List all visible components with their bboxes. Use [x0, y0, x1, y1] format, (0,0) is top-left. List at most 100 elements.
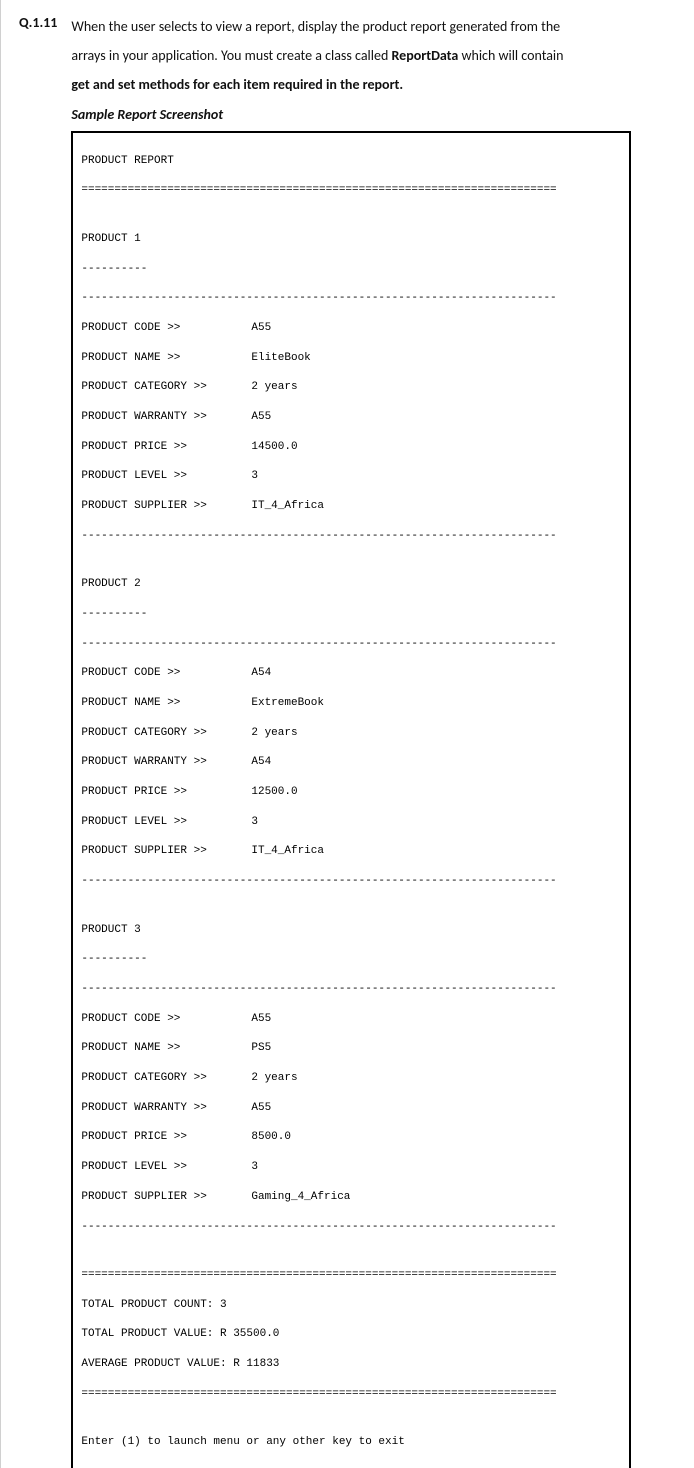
p3-warranty: PRODUCT WARRANTY >>A55 [81, 1101, 621, 1116]
product-heading-2: PRODUCT 2 [81, 577, 621, 592]
p1-category: PRODUCT CATEGORY >>2 years [81, 380, 621, 395]
value-p2-price: 12500.0 [251, 785, 297, 800]
label-code: PRODUCT CODE >> [81, 666, 251, 681]
total-count-label: TOTAL PRODUCT COUNT: [81, 1299, 220, 1311]
p3-level: PRODUCT LEVEL >>3 [81, 1160, 621, 1175]
value-p1-supplier: IT_4_Africa [251, 499, 324, 514]
rule-double: ========================================… [81, 183, 621, 198]
avg-value-value: 11833 [246, 1358, 279, 1370]
value-p2-code: A54 [251, 666, 271, 681]
p3-code: PRODUCT CODE >>A55 [81, 1012, 621, 1027]
value-p1-price: 14500.0 [251, 440, 297, 455]
report-content: PRODUCT REPORT =========================… [81, 139, 621, 1468]
label-supplier: PRODUCT SUPPLIER >> [81, 499, 251, 514]
value-p3-code: A55 [251, 1012, 271, 1027]
label-level: PRODUCT LEVEL >> [81, 1160, 251, 1175]
label-price: PRODUCT PRICE >> [81, 1130, 251, 1145]
value-p1-warranty: A55 [251, 410, 271, 425]
p3-supplier: PRODUCT SUPPLIER >>Gaming_4_Africa [81, 1190, 621, 1205]
value-p2-supplier: IT_4_Africa [251, 844, 324, 859]
report-frame: PRODUCT REPORT =========================… [71, 131, 631, 1468]
value-p2-category: 2 years [251, 726, 297, 741]
rule-short: ---------- [81, 607, 621, 622]
p3-category: PRODUCT CATEGORY >>2 years [81, 1071, 621, 1086]
product-heading-1: PRODUCT 1 [81, 232, 621, 247]
p1-level: PRODUCT LEVEL >>3 [81, 469, 621, 484]
total-count-value: 3 [220, 1299, 227, 1311]
exit-prompt: Enter (1) to launch menu or any other ke… [81, 1435, 621, 1450]
value-p3-level: 3 [251, 1160, 258, 1175]
label-name: PRODUCT NAME >> [81, 351, 251, 366]
value-p2-warranty: A54 [251, 755, 271, 770]
rule-short: ---------- [81, 262, 621, 277]
label-supplier: PRODUCT SUPPLIER >> [81, 1190, 251, 1205]
value-p3-name: PS5 [251, 1041, 271, 1056]
question-body: When the user selects to view a report, … [71, 14, 631, 1468]
question-line-3: get and set methods for each item requir… [71, 72, 631, 97]
value-p3-supplier: Gaming_4_Africa [251, 1190, 350, 1205]
rule-double: ========================================… [81, 1268, 621, 1283]
product-heading-3: PRODUCT 3 [81, 923, 621, 938]
label-warranty: PRODUCT WARRANTY >> [81, 755, 251, 770]
label-warranty: PRODUCT WARRANTY >> [81, 410, 251, 425]
class-name: ReportData [391, 47, 458, 64]
label-category: PRODUCT CATEGORY >> [81, 726, 251, 741]
p2-name: PRODUCT NAME >>ExtremeBook [81, 696, 621, 711]
total-count-row: TOTAL PRODUCT COUNT: 3 [81, 1298, 621, 1313]
total-value-value: 35500.0 [233, 1328, 279, 1340]
label-warranty: PRODUCT WARRANTY >> [81, 1101, 251, 1116]
p1-name: PRODUCT NAME >>EliteBook [81, 351, 621, 366]
document-page: Q.1.11 When the user selects to view a r… [0, 0, 694, 1468]
label-category: PRODUCT CATEGORY >> [81, 1071, 251, 1086]
p1-code: PRODUCT CODE >>A55 [81, 321, 621, 336]
label-code: PRODUCT CODE >> [81, 321, 251, 336]
avg-value-label: AVERAGE PRODUCT VALUE: R [81, 1358, 246, 1370]
sample-caption: Sample Report Screenshot [71, 102, 631, 127]
question-row: Q.1.11 When the user selects to view a r… [19, 14, 676, 1468]
total-value-row: TOTAL PRODUCT VALUE: R 35500.0 [81, 1327, 621, 1342]
label-name: PRODUCT NAME >> [81, 1041, 251, 1056]
rule-short: ---------- [81, 952, 621, 967]
value-p3-category: 2 years [251, 1071, 297, 1086]
value-p2-name: ExtremeBook [251, 696, 324, 711]
label-name: PRODUCT NAME >> [81, 696, 251, 711]
value-p3-price: 8500.0 [251, 1130, 291, 1145]
avg-value-row: AVERAGE PRODUCT VALUE: R 11833 [81, 1357, 621, 1372]
rule-double: ========================================… [81, 1387, 621, 1402]
question-line-2: arrays in your application. You must cre… [71, 43, 631, 68]
p2-supplier: PRODUCT SUPPLIER >>IT_4_Africa [81, 844, 621, 859]
label-code: PRODUCT CODE >> [81, 1012, 251, 1027]
value-p1-name: EliteBook [251, 351, 310, 366]
p1-price: PRODUCT PRICE >>14500.0 [81, 440, 621, 455]
p1-warranty: PRODUCT WARRANTY >>A55 [81, 410, 621, 425]
p2-category: PRODUCT CATEGORY >>2 years [81, 726, 621, 741]
value-p3-warranty: A55 [251, 1101, 271, 1116]
label-level: PRODUCT LEVEL >> [81, 815, 251, 830]
rule-single: ----------------------------------------… [81, 291, 621, 306]
question-number: Q.1.11 [19, 14, 57, 31]
rule-single: ----------------------------------------… [81, 874, 621, 889]
p1-supplier: PRODUCT SUPPLIER >>IT_4_Africa [81, 499, 621, 514]
rule-single: ----------------------------------------… [81, 1220, 621, 1235]
report-title: PRODUCT REPORT [81, 154, 621, 169]
value-p2-level: 3 [251, 815, 258, 830]
label-price: PRODUCT PRICE >> [81, 440, 251, 455]
value-p1-code: A55 [251, 321, 271, 336]
label-level: PRODUCT LEVEL >> [81, 469, 251, 484]
p2-warranty: PRODUCT WARRANTY >>A54 [81, 755, 621, 770]
q-line2-pre: arrays in your application. You must cre… [71, 47, 391, 64]
rule-single: ----------------------------------------… [81, 529, 621, 544]
label-supplier: PRODUCT SUPPLIER >> [81, 844, 251, 859]
p2-price: PRODUCT PRICE >>12500.0 [81, 785, 621, 800]
label-category: PRODUCT CATEGORY >> [81, 380, 251, 395]
rule-single: ----------------------------------------… [81, 982, 621, 997]
total-value-label: TOTAL PRODUCT VALUE: R [81, 1328, 233, 1340]
p3-price: PRODUCT PRICE >>8500.0 [81, 1130, 621, 1145]
p2-level: PRODUCT LEVEL >>3 [81, 815, 621, 830]
value-p1-level: 3 [251, 469, 258, 484]
rule-single: ----------------------------------------… [81, 637, 621, 652]
question-line-1: When the user selects to view a report, … [71, 14, 631, 39]
label-price: PRODUCT PRICE >> [81, 785, 251, 800]
p2-code: PRODUCT CODE >>A54 [81, 666, 621, 681]
p3-name: PRODUCT NAME >>PS5 [81, 1041, 621, 1056]
